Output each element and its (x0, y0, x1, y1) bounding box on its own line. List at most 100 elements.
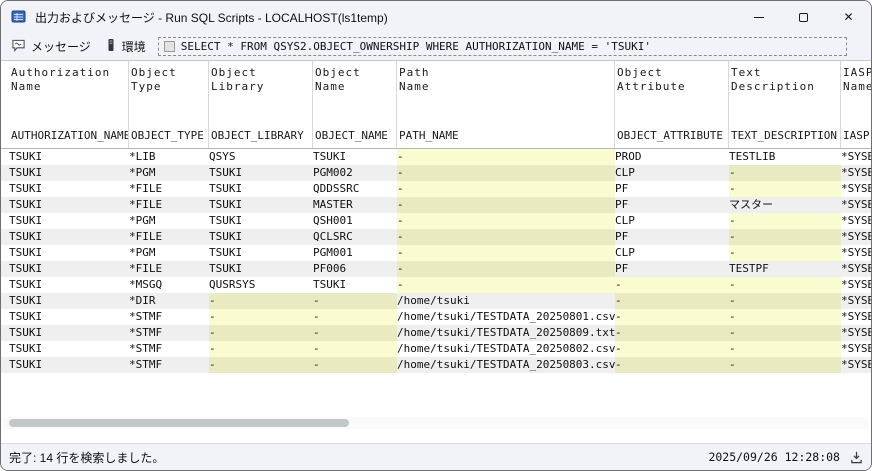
table-cell[interactable]: TSUKI (9, 277, 129, 293)
table-cell[interactable]: TSUKI (209, 245, 313, 261)
table-cell[interactable]: - (729, 245, 841, 261)
table-cell[interactable]: TSUKI (209, 181, 313, 197)
table-cell[interactable]: - (397, 165, 615, 181)
table-cell[interactable]: PF (615, 261, 729, 277)
table-cell[interactable]: - (729, 165, 841, 181)
table-cell[interactable]: - (615, 309, 729, 325)
table-cell[interactable]: TSUKI (9, 213, 129, 229)
table-cell[interactable]: *SYSB (841, 277, 871, 293)
table-cell[interactable]: *PGM (129, 245, 209, 261)
table-cell[interactable]: TSUKI (9, 309, 129, 325)
table-cell[interactable]: - (729, 277, 841, 293)
scrollbar-thumb[interactable] (9, 419, 349, 427)
table-cell[interactable]: - (313, 325, 397, 341)
table-cell[interactable]: TSUKI (313, 277, 397, 293)
table-cell[interactable]: TSUKI (9, 165, 129, 181)
table-cell[interactable]: *STMF (129, 357, 209, 373)
minimize-button[interactable] (736, 1, 781, 33)
table-cell[interactable]: - (209, 325, 313, 341)
table-row[interactable]: TSUKI*PGMTSUKIPGM001-CLP-*SYSB (1, 245, 871, 261)
table-cell[interactable]: - (209, 341, 313, 357)
table-cell[interactable]: CLP (615, 213, 729, 229)
table-cell[interactable]: TSUKI (209, 165, 313, 181)
table-row[interactable]: TSUKI*PGMTSUKIPGM002-CLP-*SYSB (1, 165, 871, 181)
table-cell[interactable]: /home/tsuki/TESTDATA_20250802.csv (397, 341, 615, 357)
table-cell[interactable]: TSUKI (209, 261, 313, 277)
table-cell[interactable]: *SYSB (841, 293, 871, 309)
column-header[interactable]: PathNamePATH_NAME (397, 61, 615, 148)
table-cell[interactable]: - (729, 229, 841, 245)
table-cell[interactable]: *SYSB (841, 245, 871, 261)
table-cell[interactable]: TSUKI (9, 325, 129, 341)
table-row[interactable]: TSUKI*DIR--/home/tsuki--*SYSB (1, 293, 871, 309)
table-cell[interactable]: TSUKI (9, 293, 129, 309)
column-header[interactable]: TextDescriptionTEXT_DESCRIPTION (729, 61, 841, 148)
table-cell[interactable]: TSUKI (9, 229, 129, 245)
table-cell[interactable]: - (313, 341, 397, 357)
table-cell[interactable]: TSUKI (9, 245, 129, 261)
table-cell[interactable]: PROD (615, 149, 729, 165)
table-row[interactable]: TSUKI*FILETSUKIPF006-PFTESTPF*SYSB (1, 261, 871, 277)
table-row[interactable]: TSUKI*STMF--/home/tsuki/TESTDATA_2025080… (1, 325, 871, 341)
table-cell[interactable]: TSUKI (9, 181, 129, 197)
sql-statement-field[interactable]: SELECT * FROM QSYS2.OBJECT_OWNERSHIP WHE… (158, 37, 847, 56)
table-cell[interactable]: - (615, 277, 729, 293)
table-cell[interactable]: MASTER (313, 197, 397, 213)
table-cell[interactable]: TSUKI (9, 197, 129, 213)
table-cell[interactable]: PF (615, 197, 729, 213)
table-row[interactable]: TSUKI*MSGQQUSRSYSTSUKI---*SYSB (1, 277, 871, 293)
table-cell[interactable]: - (729, 213, 841, 229)
table-cell[interactable]: *FILE (129, 229, 209, 245)
table-cell[interactable]: TSUKI (313, 149, 397, 165)
table-cell[interactable]: /home/tsuki/TESTDATA_20250803.csv (397, 357, 615, 373)
table-cell[interactable]: *SYSB (841, 149, 871, 165)
table-cell[interactable]: PGM002 (313, 165, 397, 181)
table-cell[interactable]: - (729, 181, 841, 197)
table-cell[interactable]: - (397, 213, 615, 229)
table-cell[interactable]: CLP (615, 165, 729, 181)
table-cell[interactable]: - (209, 293, 313, 309)
table-cell[interactable]: - (397, 229, 615, 245)
table-cell[interactable]: QDDSSRC (313, 181, 397, 197)
table-cell[interactable]: TSUKI (9, 149, 129, 165)
table-cell[interactable]: QCLSRC (313, 229, 397, 245)
table-row[interactable]: TSUKI*PGMTSUKIQSH001-CLP-*SYSB (1, 213, 871, 229)
column-header[interactable]: ObjectAttributeOBJECT_ATTRIBUTE (615, 61, 729, 148)
table-cell[interactable]: QSYS (209, 149, 313, 165)
table-cell[interactable]: *SYSB (841, 165, 871, 181)
table-cell[interactable]: TSUKI (209, 213, 313, 229)
table-cell[interactable]: マスター (729, 197, 841, 213)
table-cell[interactable]: *SYSB (841, 309, 871, 325)
table-cell[interactable]: TSUKI (209, 197, 313, 213)
table-row[interactable]: TSUKI*FILETSUKIQCLSRC-PF-*SYSB (1, 229, 871, 245)
column-header[interactable]: ObjectLibraryOBJECT_LIBRARY (209, 61, 313, 148)
messages-button[interactable]: メッセージ (9, 36, 93, 57)
table-cell[interactable]: - (313, 293, 397, 309)
table-cell[interactable]: *FILE (129, 261, 209, 277)
table-cell[interactable]: - (615, 341, 729, 357)
table-cell[interactable]: - (397, 245, 615, 261)
table-cell[interactable]: - (615, 293, 729, 309)
table-cell[interactable]: TESTLIB (729, 149, 841, 165)
table-cell[interactable]: - (313, 357, 397, 373)
table-cell[interactable]: *MSGQ (129, 277, 209, 293)
table-cell[interactable]: - (397, 277, 615, 293)
table-row[interactable]: TSUKI*STMF--/home/tsuki/TESTDATA_2025080… (1, 341, 871, 357)
table-cell[interactable]: /home/tsuki/TESTDATA_20250809.txt (397, 325, 615, 341)
table-cell[interactable]: TSUKI (9, 357, 129, 373)
table-cell[interactable]: *STMF (129, 341, 209, 357)
table-cell[interactable]: *SYSB (841, 357, 871, 373)
table-cell[interactable]: *DIR (129, 293, 209, 309)
column-header[interactable]: AuthorizationNameAUTHORIZATION_NAME (9, 61, 129, 148)
table-cell[interactable]: TESTPF (729, 261, 841, 277)
table-cell[interactable]: *STMF (129, 309, 209, 325)
table-cell[interactable]: - (615, 357, 729, 373)
table-row[interactable]: TSUKI*STMF--/home/tsuki/TESTDATA_2025080… (1, 309, 871, 325)
table-cell[interactable]: TSUKI (9, 261, 129, 277)
column-header[interactable]: IASPNameIASP (841, 61, 871, 148)
table-cell[interactable]: *SYSB (841, 261, 871, 277)
table-row[interactable]: TSUKI*FILETSUKIMASTER-PFマスター*SYSB (1, 197, 871, 213)
table-cell[interactable]: PF006 (313, 261, 397, 277)
table-cell[interactable]: - (313, 309, 397, 325)
table-cell[interactable]: *PGM (129, 165, 209, 181)
